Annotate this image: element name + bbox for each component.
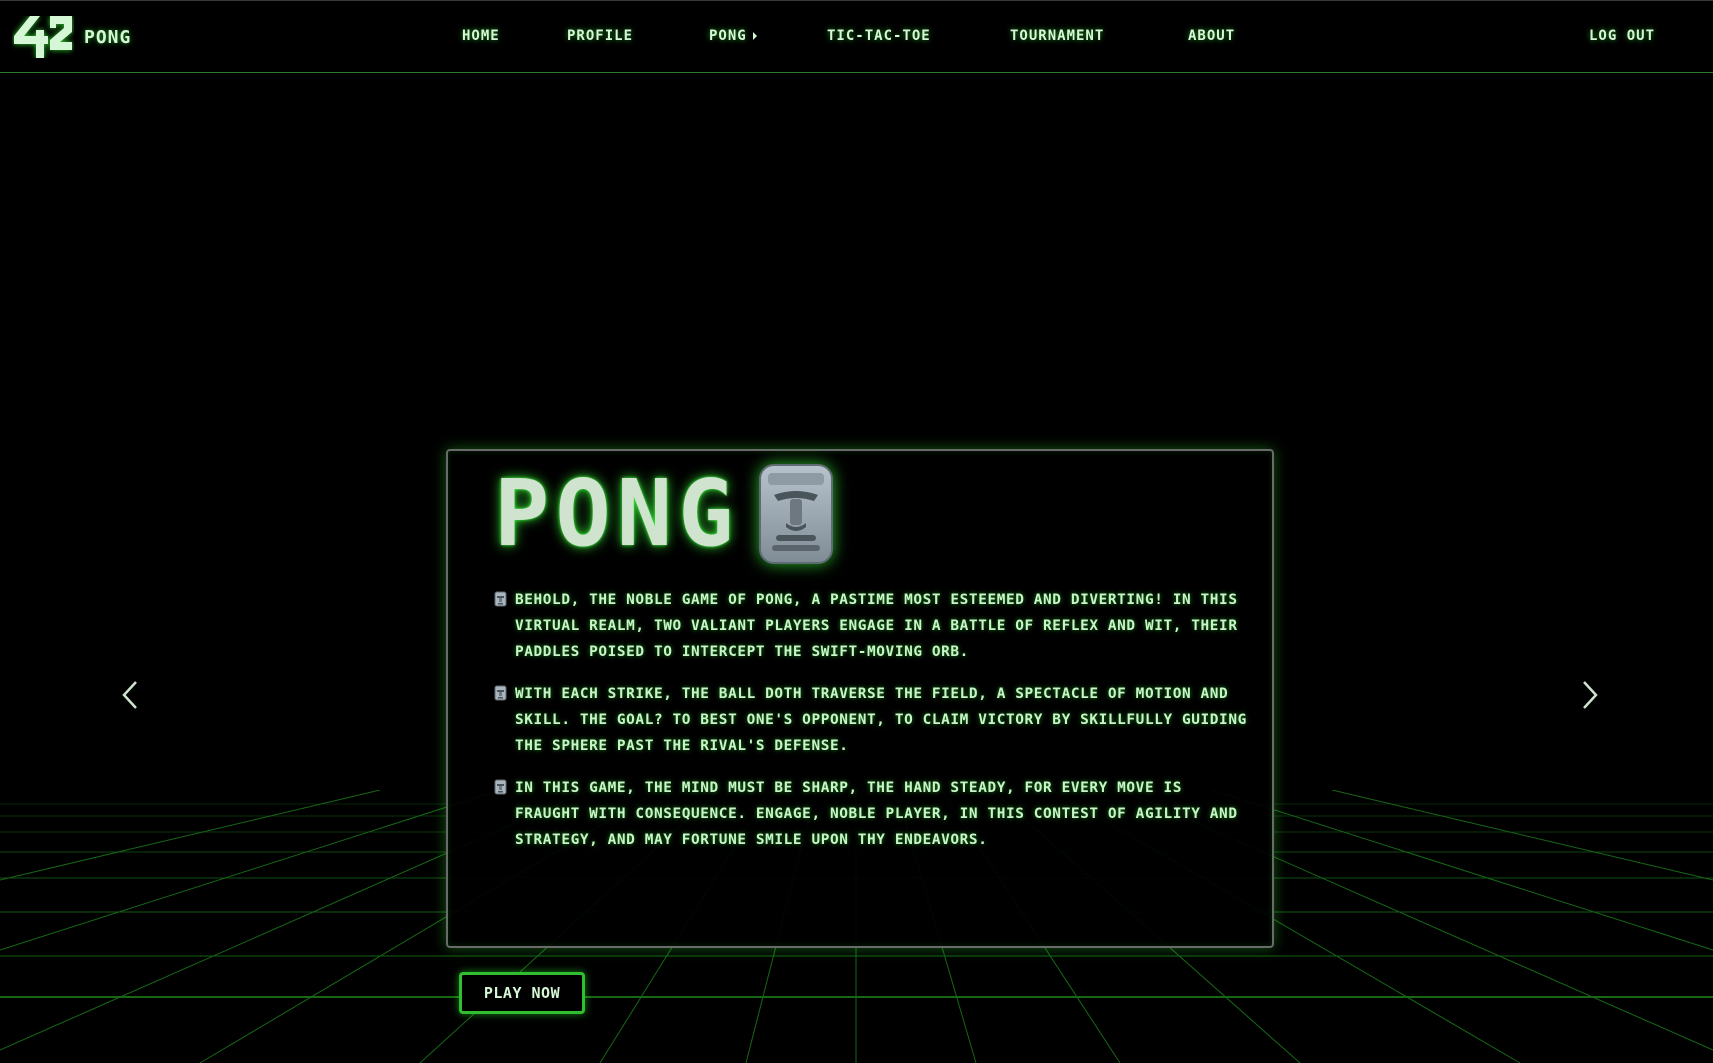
chevron-left-icon (122, 681, 137, 709)
card-paragraph: IN THIS GAME, THE MIND MUST BE SHARP, TH… (494, 775, 1254, 853)
moai-icon (494, 685, 507, 701)
carousel-prev-button[interactable] (118, 678, 142, 712)
game-info-card: PONG BEHOLD, THE NOBLE GAME OF PONG, A P… (446, 449, 1274, 948)
nav-pong-label: PONG (709, 28, 747, 44)
card-body: BEHOLD, THE NOBLE GAME OF PONG, A PASTIM… (494, 587, 1254, 869)
play-now-button[interactable]: PLAY NOW (459, 972, 585, 1014)
nav-tictactoe[interactable]: TIC-TAC-TOE (827, 28, 931, 44)
card-paragraph: WITH EACH STRIKE, THE BALL DOTH TRAVERSE… (494, 681, 1254, 759)
paragraph-text: WITH EACH STRIKE, THE BALL DOTH TRAVERSE… (515, 686, 1247, 754)
nav-pong-dropdown[interactable]: PONG (709, 28, 757, 44)
paragraph-text: BEHOLD, THE NOBLE GAME OF PONG, A PASTIM… (515, 592, 1238, 660)
chevron-right-icon (1583, 681, 1598, 709)
nav-home[interactable]: HOME (462, 28, 500, 44)
caret-right-icon (752, 32, 757, 40)
nav-tournament[interactable]: TOURNAMENT (1010, 28, 1104, 44)
card-paragraph: BEHOLD, THE NOBLE GAME OF PONG, A PASTIM… (494, 587, 1254, 665)
moai-icon (494, 591, 507, 607)
card-title: PONG (494, 460, 740, 567)
nav-about[interactable]: ABOUT (1188, 28, 1235, 44)
nav-logout[interactable]: LOG OUT (1589, 28, 1655, 44)
nav-links: HOME PROFILE PONG TIC-TAC-TOE TOURNAMENT… (0, 1, 1713, 74)
moai-icon (758, 464, 833, 564)
paragraph-text: IN THIS GAME, THE MIND MUST BE SHARP, TH… (515, 780, 1238, 848)
nav-profile[interactable]: PROFILE (567, 28, 633, 44)
card-title-row: PONG (494, 459, 836, 569)
carousel-next-button[interactable] (1578, 678, 1602, 712)
moai-icon (494, 779, 507, 795)
page: PONG HOME PROFILE PONG TIC-TAC-TOE TOURN… (0, 0, 1713, 1063)
navbar: PONG HOME PROFILE PONG TIC-TAC-TOE TOURN… (0, 0, 1713, 73)
